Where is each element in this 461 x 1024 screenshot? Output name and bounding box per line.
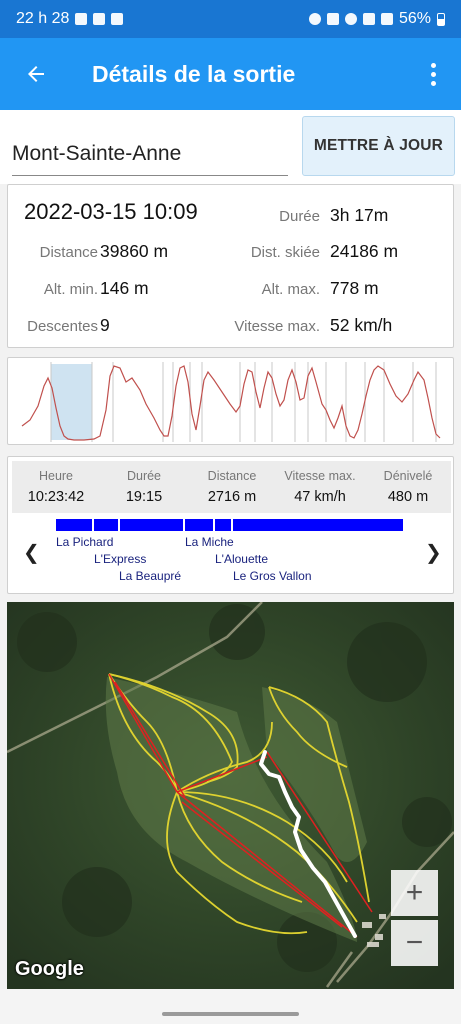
run-bar-segment[interactable]: [215, 519, 231, 531]
run-bar-segment[interactable]: [233, 519, 403, 531]
system-nav-bar: [0, 989, 461, 1024]
stat-elevation-value: 480 m: [387, 489, 429, 505]
run-label: Le Gros Vallon: [233, 569, 312, 583]
status-time: 22 h 28: [16, 10, 70, 27]
stat-max-speed-label: Vitesse max.: [284, 469, 356, 483]
zoom-in-button[interactable]: +: [391, 870, 438, 916]
stat-duration-value: 19:15: [125, 489, 163, 505]
distance-label: Distance: [39, 244, 98, 261]
notification-icon: [111, 13, 124, 25]
zoom-out-button[interactable]: −: [391, 920, 438, 966]
stat-time-value: 10:23:42: [27, 489, 85, 505]
ski-distance-label: Dist. skiée: [250, 244, 320, 261]
outing-datetime: 2022-03-15 10:09: [24, 199, 198, 224]
run-bar-segment[interactable]: [94, 519, 118, 531]
location-icon: [344, 13, 357, 25]
stat-distance: Distance 2716 m: [188, 461, 276, 505]
linkedin-icon: [93, 13, 106, 25]
update-button[interactable]: METTRE À JOUR: [302, 116, 455, 176]
alt-max-label: Alt. max.: [261, 281, 320, 298]
alt-min-label: Alt. min.: [43, 281, 98, 298]
stat-duration: Durée 19:15: [100, 461, 188, 505]
alarm-icon: [308, 13, 321, 25]
map-imagery: [7, 602, 454, 989]
ski-distance-value: 24186 m: [330, 241, 399, 261]
altitude-profile-graph: [21, 362, 441, 442]
duration-label: Durée: [279, 208, 320, 225]
run-separators: [50, 362, 437, 442]
mute-icon: [326, 13, 339, 25]
run-label: L'Alouette: [215, 552, 268, 566]
run-bar-segment[interactable]: [56, 519, 92, 531]
selected-run-highlight: [51, 364, 92, 440]
outing-name-input[interactable]: [12, 132, 288, 176]
runs-label: Descentes: [27, 318, 98, 335]
summary-card: 2022-03-15 10:09 Durée 3h 17m Distance 3…: [7, 184, 454, 348]
arrow-back-icon[interactable]: [0, 38, 72, 110]
stat-duration-label: Durée: [126, 469, 162, 483]
duration-value: 3h 17m: [330, 205, 389, 225]
run-bar-segment[interactable]: [120, 519, 183, 531]
alt-min-value: 146 m: [100, 278, 149, 298]
run-bar-segment[interactable]: [185, 519, 213, 531]
more-vert-icon[interactable]: [405, 38, 461, 110]
battery-level: 56%: [398, 10, 431, 27]
alt-max-value: 778 m: [330, 278, 379, 298]
run-label: La Miche: [185, 535, 234, 549]
chevron-left-icon[interactable]: ❮: [23, 540, 40, 565]
home-handle[interactable]: [162, 1012, 299, 1016]
stat-distance-label: Distance: [207, 469, 257, 483]
stat-max-speed: Vitesse max. 47 km/h: [276, 461, 364, 505]
stat-elevation-label: Dénivelé: [383, 469, 433, 483]
page-title: Détails de la sortie: [92, 60, 296, 87]
speed-max-label: Vitesse max.: [234, 318, 320, 335]
google-logo: Google: [15, 958, 84, 980]
chevron-right-icon[interactable]: ❯: [425, 540, 442, 565]
run-stats-header: Heure 10:23:42 Durée 19:15 Distance 2716…: [12, 461, 451, 513]
distance-value: 39860 m: [100, 241, 169, 261]
stat-max-speed-value: 47 km/h: [294, 489, 346, 505]
satellite-map[interactable]: Google + −: [7, 602, 454, 989]
battery-icon: [437, 12, 445, 26]
run-label: L'Express: [94, 552, 147, 566]
gallery-icon: [75, 13, 88, 25]
status-bar: 22 h 28 56%: [0, 0, 461, 38]
stat-elevation: Dénivelé 480 m: [364, 461, 452, 505]
runs-value: 9: [100, 315, 110, 335]
speed-max-value: 52 km/h: [330, 315, 393, 335]
stat-time: Heure 10:23:42: [12, 461, 100, 505]
app-bar: Détails de la sortie: [0, 38, 461, 110]
run-label: La Beaupré: [119, 569, 182, 583]
signal-icon: [380, 13, 393, 25]
stat-time-label: Heure: [38, 469, 74, 483]
stat-distance-value: 2716 m: [207, 489, 257, 505]
wifi-icon: [362, 13, 375, 25]
run-label: La Pichard: [56, 535, 114, 549]
altitude-profile[interactable]: [7, 357, 454, 445]
